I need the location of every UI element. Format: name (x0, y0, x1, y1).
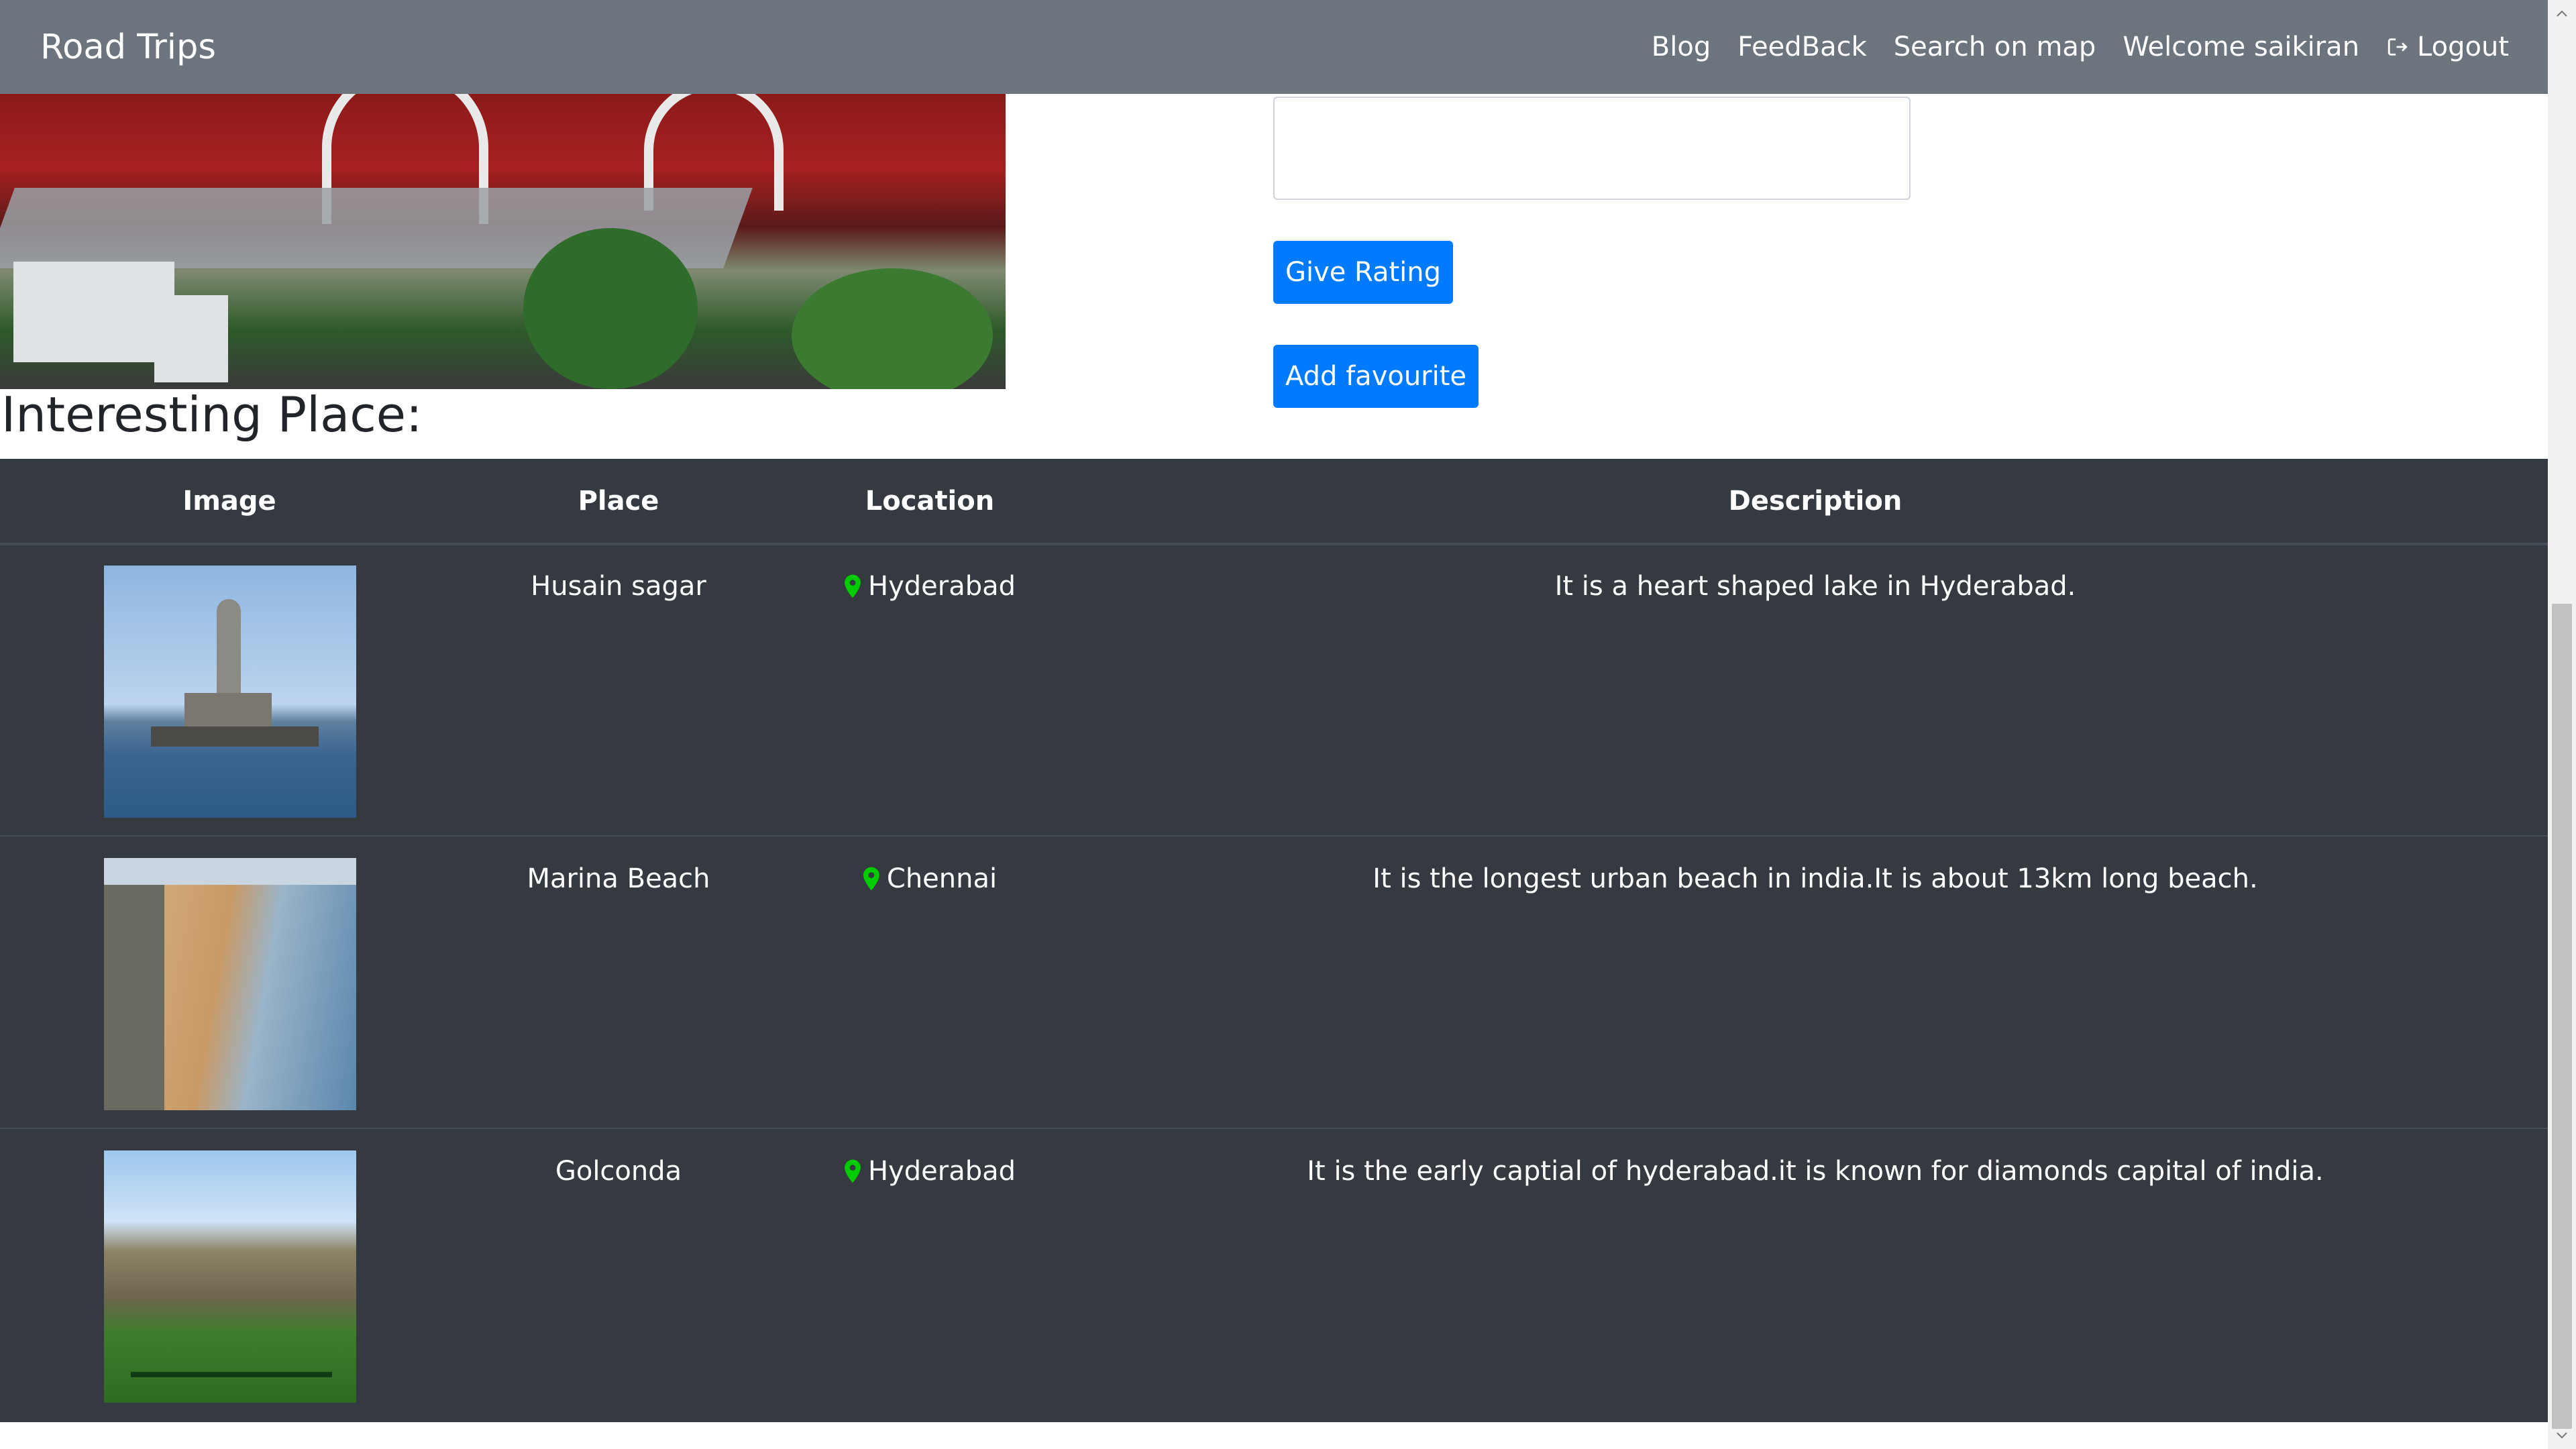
add-favourite-button[interactable]: Add favourite (1273, 345, 1479, 408)
place-main-image (0, 94, 1006, 389)
table-header: Image Place Location Description (0, 459, 2548, 545)
place-description: It is the early captial of hyderabad.it … (1307, 1156, 2324, 1187)
table-row: Marina Beach Chennai It is the longest u… (0, 835, 2548, 1128)
nav-links: Blog FeedBack Search on map Welcome saik… (1652, 32, 2509, 62)
header-place: Place (578, 486, 659, 517)
logout-icon (2387, 38, 2408, 56)
nav-blog-link[interactable]: Blog (1652, 32, 1711, 62)
vertical-scrollbar[interactable] (2548, 0, 2576, 1449)
scroll-down-arrow-icon[interactable] (2548, 1422, 2576, 1449)
nav-feedback-link[interactable]: FeedBack (1737, 32, 1867, 62)
logout-label: Logout (2417, 32, 2509, 62)
railing-detail (131, 1372, 332, 1377)
place-thumbnail (104, 858, 356, 1110)
sky-detail (104, 858, 356, 885)
table-row: Husain sagar Hyderabad It is a heart sha… (0, 543, 2548, 835)
road-detail (104, 885, 164, 1110)
place-name: Husain sagar (531, 571, 706, 602)
location-cell: Chennai (863, 863, 997, 894)
section-title: Interesting Place: (1, 386, 423, 443)
location-text: Hyderabad (868, 571, 1016, 602)
image-detail (154, 295, 228, 382)
brand-logo[interactable]: Road Trips (40, 28, 216, 67)
header-description: Description (1728, 486, 1902, 517)
places-table: Image Place Location Description Husain … (0, 459, 2548, 1422)
statue-detail (217, 599, 241, 700)
location-text: Chennai (886, 863, 998, 894)
place-thumbnail (104, 566, 356, 818)
location-cell: Hyderabad (844, 571, 1016, 602)
nav-logout-link[interactable]: Logout (2386, 32, 2509, 62)
location-pin-icon (863, 867, 879, 891)
review-textarea[interactable] (1273, 97, 1911, 200)
place-description: It is a heart shaped lake in Hyderabad. (1554, 571, 2076, 602)
image-detail (523, 228, 698, 389)
place-description: It is the longest urban beach in india.I… (1373, 863, 2258, 894)
header-location: Location (865, 486, 995, 517)
place-thumbnail (104, 1150, 356, 1403)
nav-welcome-user[interactable]: Welcome saikiran (2123, 32, 2359, 62)
top-navbar: Road Trips Blog FeedBack Search on map W… (0, 0, 2548, 94)
location-pin-icon (845, 574, 861, 598)
location-cell: Hyderabad (844, 1156, 1016, 1187)
header-image: Image (182, 486, 276, 517)
image-detail (13, 262, 174, 362)
place-name: Golconda (555, 1156, 682, 1187)
location-pin-icon (845, 1159, 861, 1183)
scroll-up-arrow-icon[interactable] (2548, 0, 2576, 27)
scrollbar-thumb[interactable] (2552, 604, 2572, 1429)
image-detail (792, 268, 993, 389)
nav-search-map-link[interactable]: Search on map (1894, 32, 2096, 62)
island-detail (151, 727, 319, 747)
location-text: Hyderabad (868, 1156, 1016, 1187)
table-row: Golconda Hyderabad It is the early capti… (0, 1128, 2548, 1420)
give-rating-button[interactable]: Give Rating (1273, 241, 1453, 304)
place-name: Marina Beach (527, 863, 710, 894)
